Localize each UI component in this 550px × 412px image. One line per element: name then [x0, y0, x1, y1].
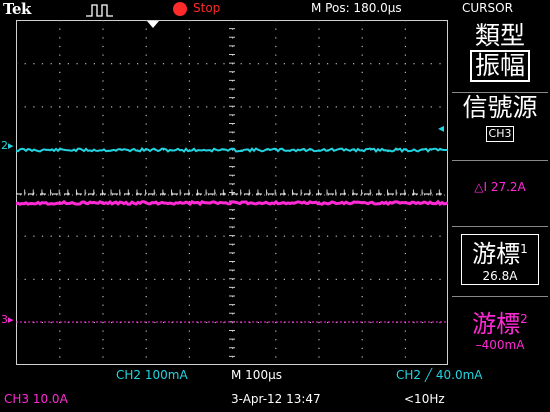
- ch3-scale-readout: CH3 10.0A: [4, 392, 68, 406]
- cursor1-box: 游標1 26.8A: [461, 234, 539, 285]
- ch3-ground-marker: 3▸: [1, 313, 14, 326]
- trigger-level-arrow-icon: ◂: [438, 121, 445, 135]
- amplitude-option: 振幅: [469, 50, 530, 82]
- menu-divider: [452, 160, 548, 161]
- trigger-frequency-readout: <10Hz: [404, 392, 445, 406]
- menu-cursor2-button[interactable]: 游標2 –400mA: [450, 305, 550, 352]
- ch2-ground-marker: 2▸: [1, 139, 14, 152]
- source-label: 信號源: [462, 93, 538, 122]
- type-label: 類型: [474, 21, 525, 50]
- cursor1-value: 26.8A: [482, 269, 518, 283]
- ch2-scale-readout: CH2 100mA: [116, 368, 188, 382]
- menu-divider: [452, 296, 548, 297]
- brand-logo: Tek: [3, 0, 31, 18]
- menu-cursor1-button[interactable]: 游標1 26.8A: [450, 234, 550, 285]
- ch3-trace: [16, 199, 448, 207]
- cursor1-index: 1: [520, 242, 528, 256]
- trigger-position-marker: [147, 21, 159, 28]
- menu-type-button[interactable]: 類型 振幅: [450, 22, 550, 82]
- menu-divider: [452, 92, 548, 93]
- run-state-label: Stop: [193, 1, 221, 15]
- cursor2-label: 游標: [472, 310, 521, 338]
- timebase-readout: M 100µs: [231, 368, 282, 382]
- cursor1-label: 游標: [472, 240, 521, 268]
- waveform-graticule: [16, 20, 448, 365]
- menu-divider: [452, 226, 548, 227]
- acquisition-waveform-icon: [86, 4, 113, 17]
- stop-indicator-icon: [173, 2, 187, 16]
- date-time-readout: 3-Apr-12 13:47: [231, 392, 321, 406]
- cursor2-value: –400mA: [475, 338, 525, 352]
- menu-title: CURSOR: [462, 1, 513, 15]
- horizontal-position-readout: M Pos: 180.0µs: [311, 1, 402, 15]
- menu-source-button[interactable]: 信號源 CH3: [450, 94, 550, 142]
- source-value: CH3: [485, 126, 515, 142]
- delta-readout: △I 27.2A: [474, 180, 526, 194]
- cursor2-index: 2: [520, 312, 528, 326]
- trigger-readout: CH2 ╱ 40.0mA: [396, 368, 483, 382]
- cursor-side-menu: 類型 振幅 信號源 CH3 △I 27.2A 游標1 26.8A 游標2 –40…: [450, 20, 550, 365]
- delta-readout-row: △I 27.2A: [450, 180, 550, 194]
